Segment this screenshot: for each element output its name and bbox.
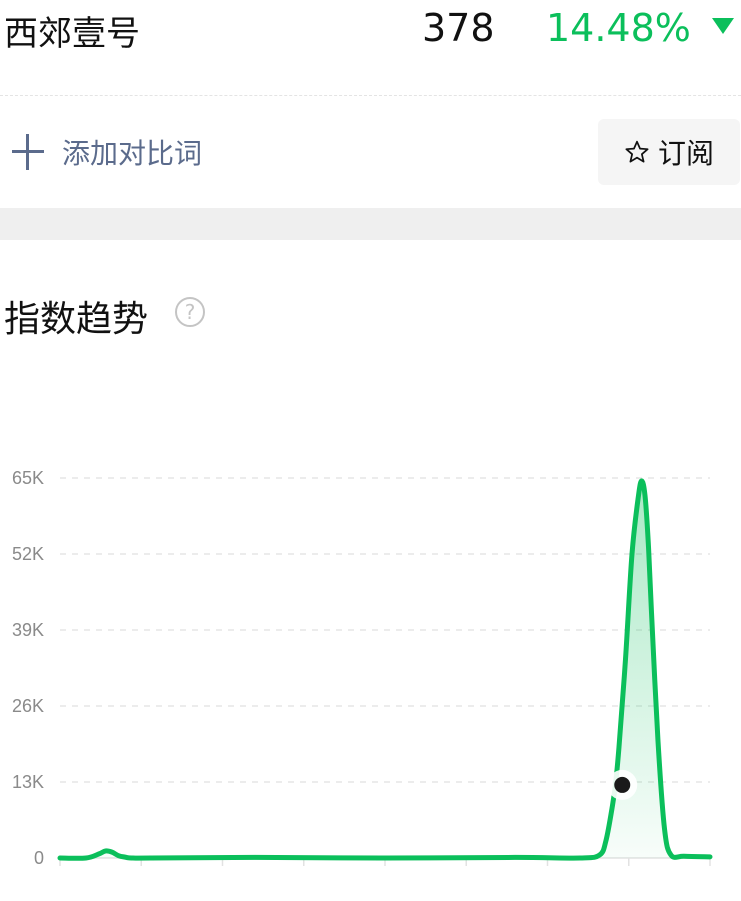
star-icon — [625, 140, 649, 163]
subscribe-button[interactable]: 订阅 — [598, 119, 740, 185]
trend-chart: 65K 52K 39K 26K 13K 0 — [0, 440, 741, 901]
series-line — [57, 478, 713, 861]
data-point-marker — [614, 776, 631, 793]
divider — [0, 95, 741, 96]
change-percent: 14.48% — [546, 6, 691, 50]
add-compare-button[interactable]: 添加对比词 — [8, 128, 202, 176]
subscribe-label: 订阅 — [657, 137, 714, 170]
y-tick-label: 0 — [34, 848, 44, 868]
keyword-header: 西郊壹号 378 14.48% — [0, 0, 741, 60]
y-tick-label: 52K — [12, 544, 44, 564]
section-separator — [0, 208, 741, 240]
y-tick-label: 65K — [12, 468, 44, 488]
index-value: 378 — [422, 6, 495, 50]
add-compare-label: 添加对比词 — [62, 137, 203, 170]
trend-down-icon — [712, 18, 734, 34]
y-tick-label: 39K — [12, 620, 44, 640]
y-tick-label: 26K — [12, 696, 44, 716]
help-icon[interactable]: ? — [175, 297, 205, 327]
trend-chart-svg: 65K 52K 39K 26K 13K 0 — [12, 468, 713, 868]
section-title: 指数趋势 — [4, 299, 149, 340]
y-tick-label: 13K — [12, 772, 44, 792]
keyword-title: 西郊壹号 — [4, 14, 140, 54]
plus-icon — [8, 134, 44, 170]
